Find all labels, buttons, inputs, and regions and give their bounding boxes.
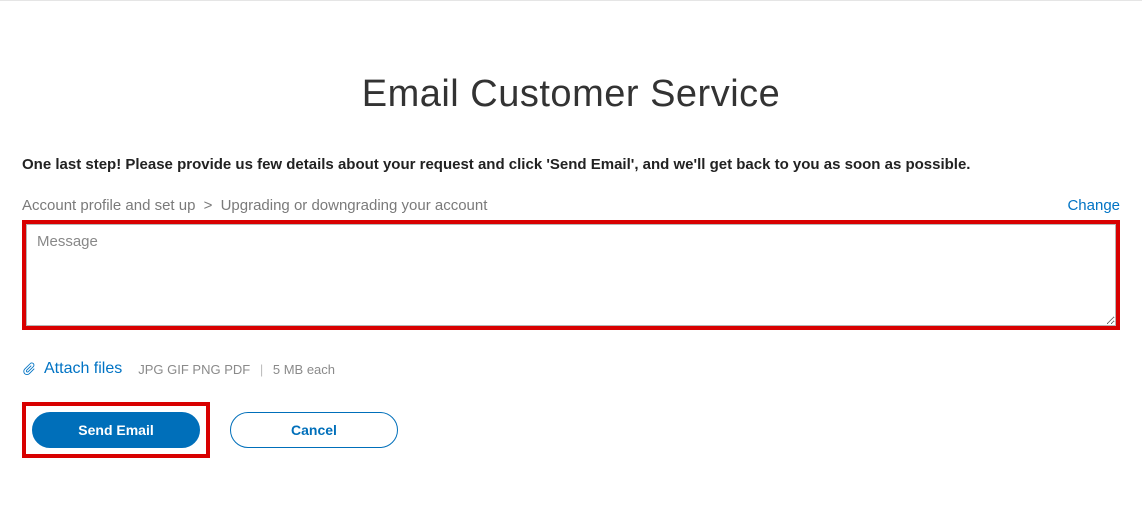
breadcrumb-separator: > <box>204 197 213 214</box>
attach-formats: JPG GIF PNG PDF <box>138 362 250 377</box>
message-highlight-box <box>22 220 1120 330</box>
breadcrumb: Account profile and set up > Upgrading o… <box>22 197 487 214</box>
button-row: Send Email Cancel <box>22 402 1120 458</box>
cancel-button[interactable]: Cancel <box>230 412 398 448</box>
instruction-text: One last step! Please provide us few det… <box>22 156 1120 173</box>
attach-hint: JPG GIF PNG PDF | 5 MB each <box>138 362 335 377</box>
container: Email Customer Service One last step! Pl… <box>0 73 1142 458</box>
page-title: Email Customer Service <box>22 73 1120 116</box>
attach-size: 5 MB each <box>273 362 335 377</box>
attach-files-link[interactable]: Attach files <box>44 360 122 378</box>
send-email-button[interactable]: Send Email <box>32 412 200 448</box>
send-highlight-box: Send Email <box>22 402 210 458</box>
attach-row: Attach files JPG GIF PNG PDF | 5 MB each <box>22 360 1120 378</box>
message-textarea[interactable] <box>26 224 1116 326</box>
paperclip-icon <box>22 362 36 376</box>
breadcrumb-row: Account profile and set up > Upgrading o… <box>22 197 1120 214</box>
breadcrumb-level-1: Account profile and set up <box>22 197 195 214</box>
breadcrumb-level-2: Upgrading or downgrading your account <box>221 197 488 214</box>
change-link[interactable]: Change <box>1067 197 1120 214</box>
attach-pipe: | <box>260 362 263 377</box>
